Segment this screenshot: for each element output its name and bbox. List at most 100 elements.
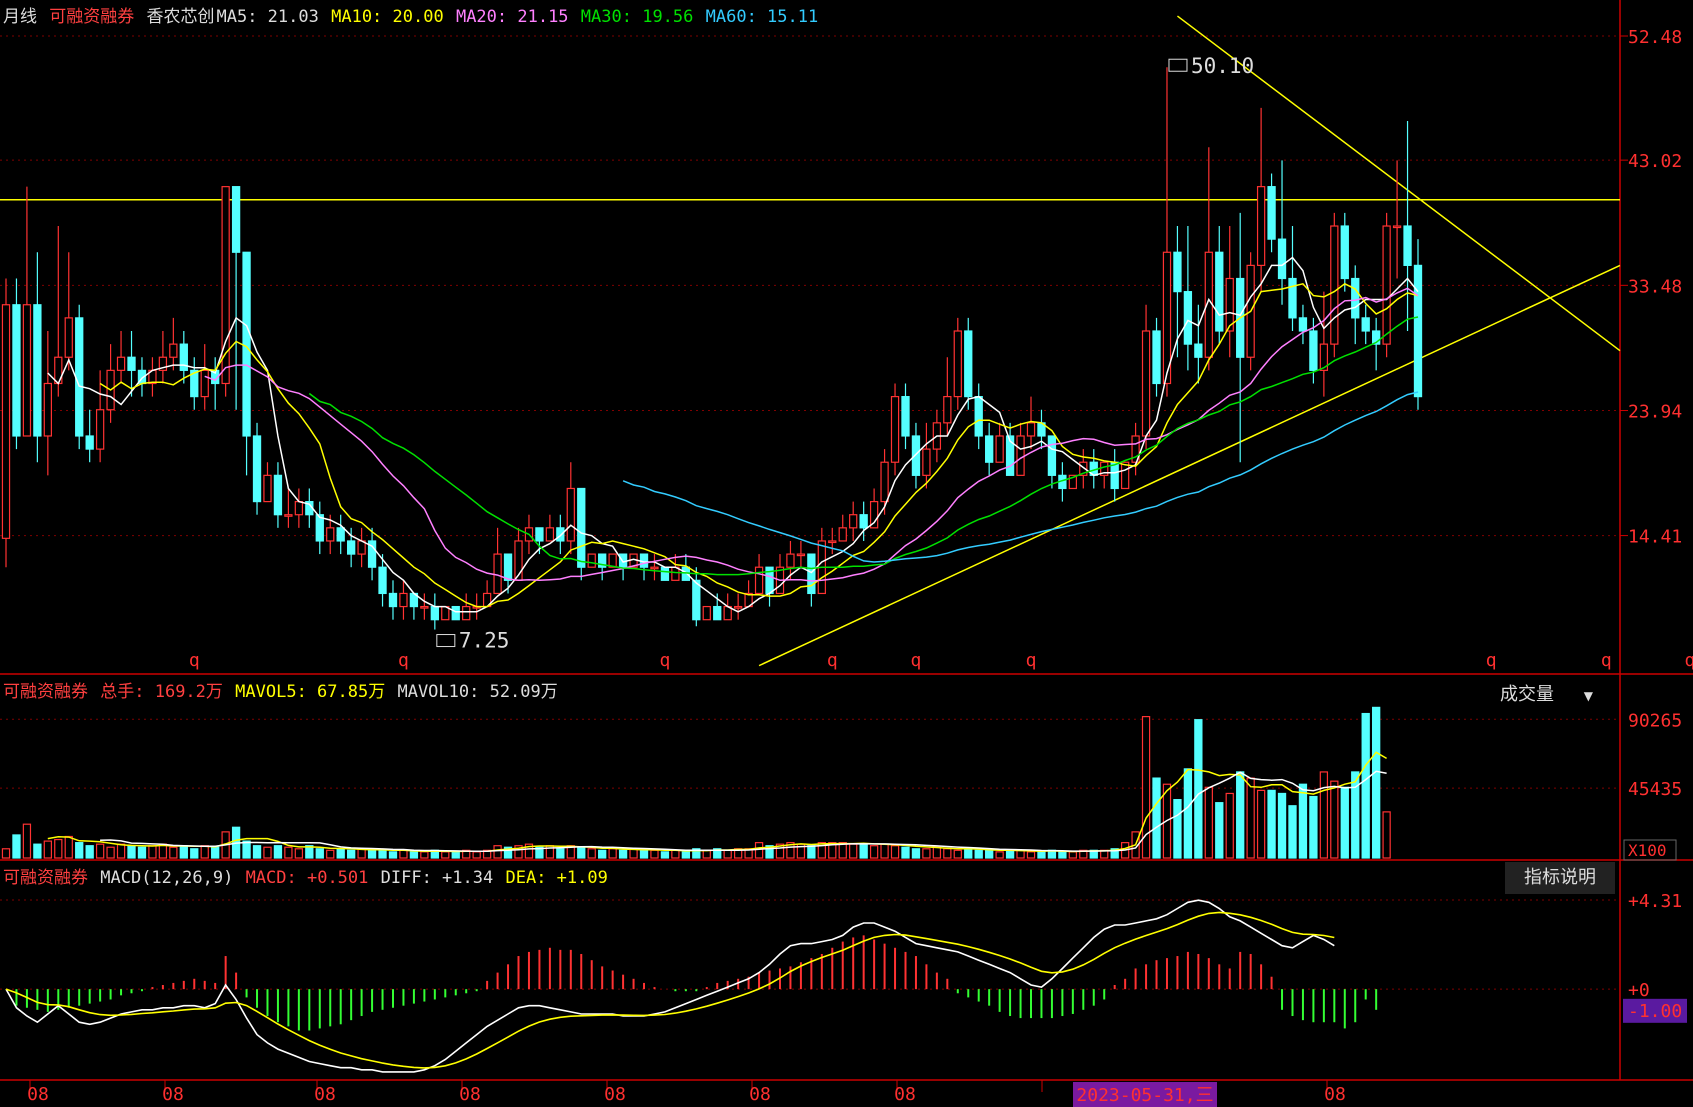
volume-bar (1298, 783, 1308, 859)
candle-body (1, 304, 11, 539)
ma20-line (204, 287, 1419, 582)
volume-bar (985, 849, 994, 859)
x-axis-label: 08 (604, 1084, 626, 1105)
volume-bar (54, 838, 63, 859)
candle-body (263, 474, 272, 503)
candle-body (1183, 291, 1193, 345)
candle-body (880, 461, 889, 503)
volume-tag: 可融资融券 (3, 682, 88, 702)
chevron-down-icon: ▼ (1583, 689, 1593, 703)
volume-bar (849, 843, 858, 859)
volume-bar (1340, 786, 1349, 859)
candle-body (430, 605, 439, 621)
candle-body (1215, 251, 1224, 332)
volume-bar (252, 845, 262, 859)
volume-bar (346, 849, 356, 859)
volume-bar (1194, 719, 1203, 859)
candle-body (336, 527, 345, 542)
volume-bar (263, 846, 272, 859)
volume-bar (273, 845, 283, 859)
candle-body (1016, 435, 1025, 476)
volume-bar (284, 846, 293, 859)
volume-bar (137, 846, 147, 859)
candle-body (1330, 225, 1339, 345)
volume-bar (1236, 771, 1245, 859)
volume-bar (932, 846, 942, 859)
volume-tick-label: 90265 (1628, 710, 1682, 731)
volume-bar (869, 845, 879, 859)
volume-bar (409, 851, 419, 859)
indicator-dropdown[interactable]: 成交量 ▼ (1500, 680, 1593, 706)
volume-bar (148, 845, 157, 859)
volume-bar (116, 843, 126, 859)
candle-body (535, 527, 544, 542)
volume-bar (1215, 802, 1224, 859)
price-tick-label: 43.02 (1628, 151, 1682, 172)
candle-body (284, 514, 293, 517)
volume-bar (1277, 792, 1287, 859)
volume-bar (807, 845, 816, 859)
candle-body (85, 435, 94, 450)
candle-body (733, 605, 743, 609)
q-marker: q (189, 650, 200, 671)
dea-value: DEA: +1.09 (505, 868, 608, 888)
price-tick-label: 23.94 (1628, 402, 1682, 423)
volume-bar (598, 849, 607, 859)
price-tick-label: 52.48 (1628, 27, 1682, 48)
volume-bar (1204, 786, 1213, 859)
high-marker-icon (1168, 58, 1188, 72)
candle-body (1256, 186, 1266, 266)
volume-bar (911, 848, 921, 859)
volume-bar (922, 848, 931, 859)
candle-body (995, 435, 1004, 463)
volume-bar (1068, 851, 1078, 859)
volume-bar (22, 823, 32, 859)
volume-bar (702, 849, 711, 859)
volume-bar (336, 848, 345, 859)
volume-bar (1319, 771, 1329, 859)
volume-bar (12, 834, 21, 859)
volume-bar (650, 849, 659, 859)
candle-body (577, 487, 586, 568)
candle-body (1277, 238, 1287, 280)
volume-bar (388, 851, 398, 859)
volume-bar (639, 849, 649, 859)
macd-cursor-value: -1.00 (1628, 1001, 1682, 1022)
volume-bar (577, 846, 586, 859)
period-label[interactable]: 月线 (3, 7, 37, 27)
candle-body (1413, 264, 1423, 398)
candle-body (660, 566, 670, 581)
candle-body (953, 330, 962, 398)
indicator-help-button[interactable]: 指标说明 (1505, 862, 1615, 894)
volume-bar (200, 845, 209, 859)
q-marker: q (1026, 650, 1037, 671)
diff-value: DIFF: +1.34 (380, 868, 494, 888)
volume-unit-label: X100 (1628, 841, 1667, 860)
candle-body (556, 527, 565, 542)
candle-body (713, 605, 722, 621)
volume-bar (1183, 768, 1193, 859)
candle-body (12, 304, 21, 437)
volume-bar (1, 848, 11, 859)
candle-body (566, 487, 575, 542)
volume-bar (1005, 849, 1015, 859)
candle-body (273, 474, 283, 516)
q-marker: q (827, 650, 838, 671)
volume-bar (169, 846, 178, 859)
candle-body (200, 369, 209, 398)
candle-body (1403, 225, 1412, 266)
candle-body (242, 251, 251, 437)
volume-bar (1288, 805, 1297, 859)
volume-bar (660, 851, 670, 859)
candle-body (1361, 317, 1370, 332)
candle-body (901, 396, 910, 437)
candle-body (1382, 225, 1391, 345)
macd-tick-label: +4.31 (1628, 891, 1682, 912)
ma60-value: MA60: 15.11 (705, 7, 819, 27)
candle-body (1173, 251, 1182, 293)
candle-body (43, 382, 52, 437)
mavol5-value: MAVOL5: 67.85万 (235, 682, 386, 702)
candle-body (985, 435, 994, 463)
mavol10-value: MAVOL10: 52.09万 (397, 682, 558, 702)
candle-body (702, 605, 711, 621)
